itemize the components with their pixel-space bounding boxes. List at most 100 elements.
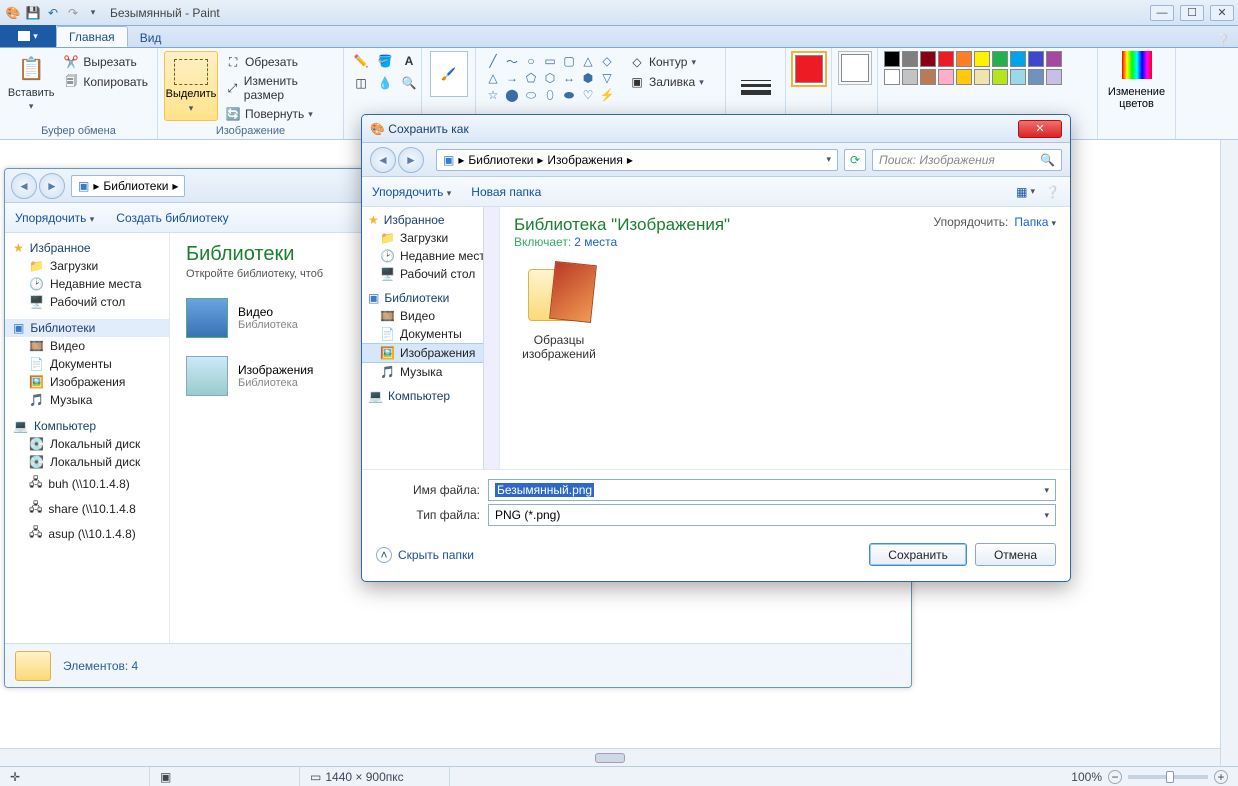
color-swatch[interactable]: [956, 51, 972, 67]
resize-button[interactable]: ⤢Изменить размер: [222, 73, 337, 103]
rotate-button[interactable]: 🔄Повернуть ▾: [222, 105, 337, 123]
select-button[interactable]: Выделить ▾: [164, 51, 218, 121]
color-swatch[interactable]: [938, 51, 954, 67]
nav-forward-button[interactable]: ►: [39, 173, 65, 199]
color-swatch[interactable]: [938, 69, 954, 85]
color-swatch[interactable]: [902, 51, 918, 67]
crop-button[interactable]: ⛶Обрезать: [222, 53, 337, 71]
tab-view[interactable]: Вид: [128, 28, 174, 47]
dialog-nav-scrollbar[interactable]: [483, 207, 499, 469]
horizontal-scrollbar[interactable]: [0, 748, 1220, 766]
dialog-title-bar[interactable]: 🎨 Сохранить как ✕: [362, 115, 1070, 143]
color-swatch[interactable]: [992, 69, 1008, 85]
crop-icon: ⛶: [225, 54, 241, 70]
filetype-select[interactable]: PNG (*.png)▾: [488, 504, 1056, 526]
tab-home[interactable]: Главная: [56, 26, 128, 47]
sort-control[interactable]: Упорядочить: Папка ▾: [934, 215, 1056, 229]
color1-button[interactable]: [791, 51, 827, 87]
color-swatch[interactable]: [1010, 69, 1026, 85]
thickness-button[interactable]: [738, 80, 774, 95]
dialog-content[interactable]: Библиотека "Изображения" Включает: 2 мес…: [500, 207, 1070, 469]
dialog-nav-tree[interactable]: ★Избранное 📁Загрузки 🕑Недавние места 🖥️Р…: [362, 207, 500, 469]
nav-back-button[interactable]: ◄: [11, 173, 37, 199]
filetype-label: Тип файла:: [376, 508, 480, 522]
shapes-gallery[interactable]: ╱〜○▭▢△◇ △→⬠⬡↔⬢▽ ☆⬤⬭⬯⬬♡⚡: [482, 51, 618, 105]
dialog-title: Сохранить как: [388, 122, 468, 136]
dialog-organize-button[interactable]: Упорядочить ▾: [372, 185, 451, 199]
color-swatch[interactable]: [956, 69, 972, 85]
color2-button[interactable]: [838, 51, 872, 85]
explorer-nav-tree[interactable]: ★Избранное 📁Загрузки 🕑Недавние места 🖥️Р…: [5, 233, 170, 643]
qat-save-icon[interactable]: 💾: [24, 4, 42, 22]
zoom-out-button[interactable]: −: [1108, 770, 1122, 784]
library-item-video[interactable]: ВидеоБиблиотека: [186, 298, 298, 338]
minimize-button[interactable]: —: [1150, 5, 1174, 21]
help-icon[interactable]: ❔: [1214, 33, 1232, 47]
cancel-button[interactable]: Отмена: [975, 543, 1056, 566]
save-button[interactable]: Сохранить: [869, 543, 967, 566]
address-bar[interactable]: ▣ ▸ Библиотеки ▸: [71, 175, 185, 197]
dialog-nav-back-button[interactable]: ◄: [370, 147, 396, 173]
vertical-scrollbar[interactable]: [1220, 140, 1238, 766]
network-drive-icon: 🖧: [29, 473, 42, 494]
refresh-button[interactable]: ⟳: [844, 149, 866, 171]
hide-folders-button[interactable]: ˄Скрыть папки: [376, 547, 474, 563]
shape-fill-button[interactable]: ▣Заливка ▾: [626, 73, 707, 91]
dialog-nav-forward-button[interactable]: ►: [398, 147, 424, 173]
zoom-in-button[interactable]: +: [1214, 770, 1228, 784]
color-swatch[interactable]: [974, 51, 990, 67]
dialog-close-button[interactable]: ✕: [1018, 120, 1062, 138]
library-item-images[interactable]: ИзображенияБиблиотека: [186, 356, 313, 396]
file-menu-button[interactable]: ▾: [0, 25, 56, 47]
color-swatch[interactable]: [974, 69, 990, 85]
desktop-icon: 🖥️: [380, 267, 395, 281]
view-mode-button[interactable]: ▦▾: [1016, 185, 1035, 199]
new-library-button[interactable]: Создать библиотеку: [116, 211, 228, 225]
edit-colors-button[interactable]: [1122, 51, 1152, 79]
zoom-slider[interactable]: [1128, 775, 1208, 779]
network-drive-icon: 🖧: [29, 498, 42, 519]
computer-icon: 💻: [368, 389, 383, 403]
color-swatch[interactable]: [884, 51, 900, 67]
ribbon-tab-strip: ▾ Главная Вид ❔: [0, 26, 1238, 48]
color-swatch[interactable]: [920, 69, 936, 85]
folder-item-samples[interactable]: Образцы изображений: [514, 263, 604, 361]
dialog-new-folder-button[interactable]: Новая папка: [471, 185, 541, 199]
color-swatch[interactable]: [1028, 69, 1044, 85]
group-label-clipboard: Буфер обмена: [6, 124, 151, 137]
color-swatch[interactable]: [1046, 69, 1062, 85]
maximize-button[interactable]: ☐: [1180, 5, 1204, 21]
color-swatch[interactable]: [992, 51, 1008, 67]
images-icon: 🖼️: [29, 375, 44, 389]
includes-link[interactable]: 2 места: [574, 235, 617, 249]
video-icon: 🎞️: [380, 309, 395, 323]
qat-undo-icon[interactable]: ↶: [44, 4, 62, 22]
tools-grid[interactable]: ✏️🪣A ◫💧🔍: [350, 51, 420, 93]
color-swatch[interactable]: [884, 69, 900, 85]
edit-colors-label: Изменение цветов: [1104, 86, 1169, 110]
brushes-button[interactable]: 🖌️: [430, 51, 468, 97]
color-swatch[interactable]: [1010, 51, 1026, 67]
star-icon: ★: [368, 213, 379, 227]
color-swatch[interactable]: [1028, 51, 1044, 67]
copy-button[interactable]: 🗐Копировать: [60, 73, 151, 91]
organize-button[interactable]: Упорядочить ▾: [15, 211, 94, 225]
color-palette[interactable]: [884, 51, 1062, 85]
dialog-help-icon[interactable]: ❔: [1045, 185, 1060, 199]
dialog-address-bar[interactable]: ▣▸ Библиотеки▸ Изображения▸ ▾: [436, 149, 838, 171]
color-swatch[interactable]: [1046, 51, 1062, 67]
shape-outline-button[interactable]: ◇Контур ▾: [626, 53, 707, 71]
filename-input[interactable]: Безымянный.png▾: [488, 479, 1056, 501]
close-button[interactable]: ✕: [1210, 5, 1234, 21]
paste-button[interactable]: 📋 Вставить ▾: [6, 51, 56, 112]
libraries-icon: ▣: [368, 291, 379, 305]
scissors-icon: ✂️: [63, 54, 79, 70]
cut-button[interactable]: ✂️Вырезать: [60, 53, 151, 71]
color-swatch[interactable]: [920, 51, 936, 67]
qat-dropdown-icon[interactable]: ▾: [84, 4, 102, 22]
color-swatch[interactable]: [902, 69, 918, 85]
qat-redo-icon[interactable]: ↷: [64, 4, 82, 22]
dialog-search-input[interactable]: Поиск: Изображения 🔍: [872, 149, 1062, 171]
canvas-size-icon: ▭: [310, 770, 321, 784]
chevron-up-icon: ˄: [376, 547, 392, 563]
